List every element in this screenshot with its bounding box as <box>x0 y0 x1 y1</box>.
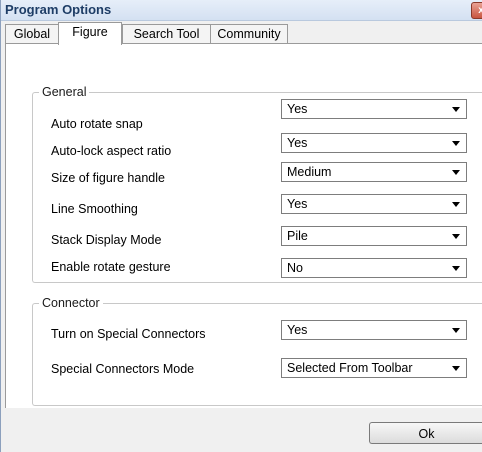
chevron-down-icon <box>452 107 460 112</box>
stack-display-mode-value: Pile <box>287 229 308 243</box>
tab-search-tool[interactable]: Search Tool <box>122 24 211 43</box>
enable-rotate-gesture-value: No <box>287 261 303 275</box>
special-connectors-select[interactable]: Yes <box>281 320 467 340</box>
special-connectors-mode-value: Selected From Toolbar <box>287 361 413 375</box>
auto-lock-aspect-ratio-label: Auto-lock aspect ratio <box>51 144 172 158</box>
program-options-window: Program Options x Global Figure Search T… <box>0 0 482 452</box>
auto-rotate-snap-select[interactable]: Yes <box>281 99 467 119</box>
auto-rotate-snap-label: Auto rotate snap <box>51 117 143 131</box>
title-bar[interactable]: Program Options x <box>1 0 482 21</box>
dialog-footer: Ok <box>1 408 482 452</box>
close-icon: x <box>478 5 482 16</box>
line-smoothing-value: Yes <box>287 197 308 211</box>
chevron-down-icon <box>452 141 460 146</box>
general-group-legend: General <box>42 85 87 99</box>
line-smoothing-label: Line Smoothing <box>51 202 138 216</box>
ok-button[interactable]: Ok <box>369 422 482 444</box>
stack-display-mode-label: Stack Display Mode <box>51 233 162 247</box>
stack-display-mode-select[interactable]: Pile <box>281 226 467 246</box>
figure-handle-size-select[interactable]: Medium <box>281 162 467 182</box>
enable-rotate-gesture-select[interactable]: No <box>281 258 467 278</box>
figure-handle-size-label: Size of figure handle <box>51 171 165 185</box>
chevron-down-icon <box>452 266 460 271</box>
connector-group-legend: Connector <box>42 296 100 310</box>
window-title: Program Options <box>5 2 112 17</box>
tab-global[interactable]: Global <box>5 24 59 43</box>
chevron-down-icon <box>452 202 460 207</box>
special-connectors-mode-select[interactable]: Selected From Toolbar <box>281 358 467 378</box>
chevron-down-icon <box>452 170 460 175</box>
tab-community[interactable]: Community <box>210 24 288 43</box>
tab-figure[interactable]: Figure <box>58 22 122 45</box>
chevron-down-icon <box>452 366 460 371</box>
tab-strip: Global Figure Search Tool Community <box>5 22 482 45</box>
auto-rotate-snap-value: Yes <box>287 102 308 116</box>
chevron-down-icon <box>452 234 460 239</box>
chevron-down-icon <box>452 328 460 333</box>
figure-handle-size-value: Medium <box>287 165 332 179</box>
special-connectors-value: Yes <box>287 323 308 337</box>
connector-group: Connector <box>32 296 482 406</box>
line-smoothing-select[interactable]: Yes <box>281 194 467 214</box>
special-connectors-mode-label: Special Connectors Mode <box>51 362 195 376</box>
close-button[interactable]: x <box>471 2 482 19</box>
enable-rotate-gesture-label: Enable rotate gesture <box>51 260 171 274</box>
auto-lock-aspect-ratio-value: Yes <box>287 136 308 150</box>
special-connectors-label: Turn on Special Connectors <box>51 327 206 341</box>
auto-lock-aspect-ratio-select[interactable]: Yes <box>281 133 467 153</box>
